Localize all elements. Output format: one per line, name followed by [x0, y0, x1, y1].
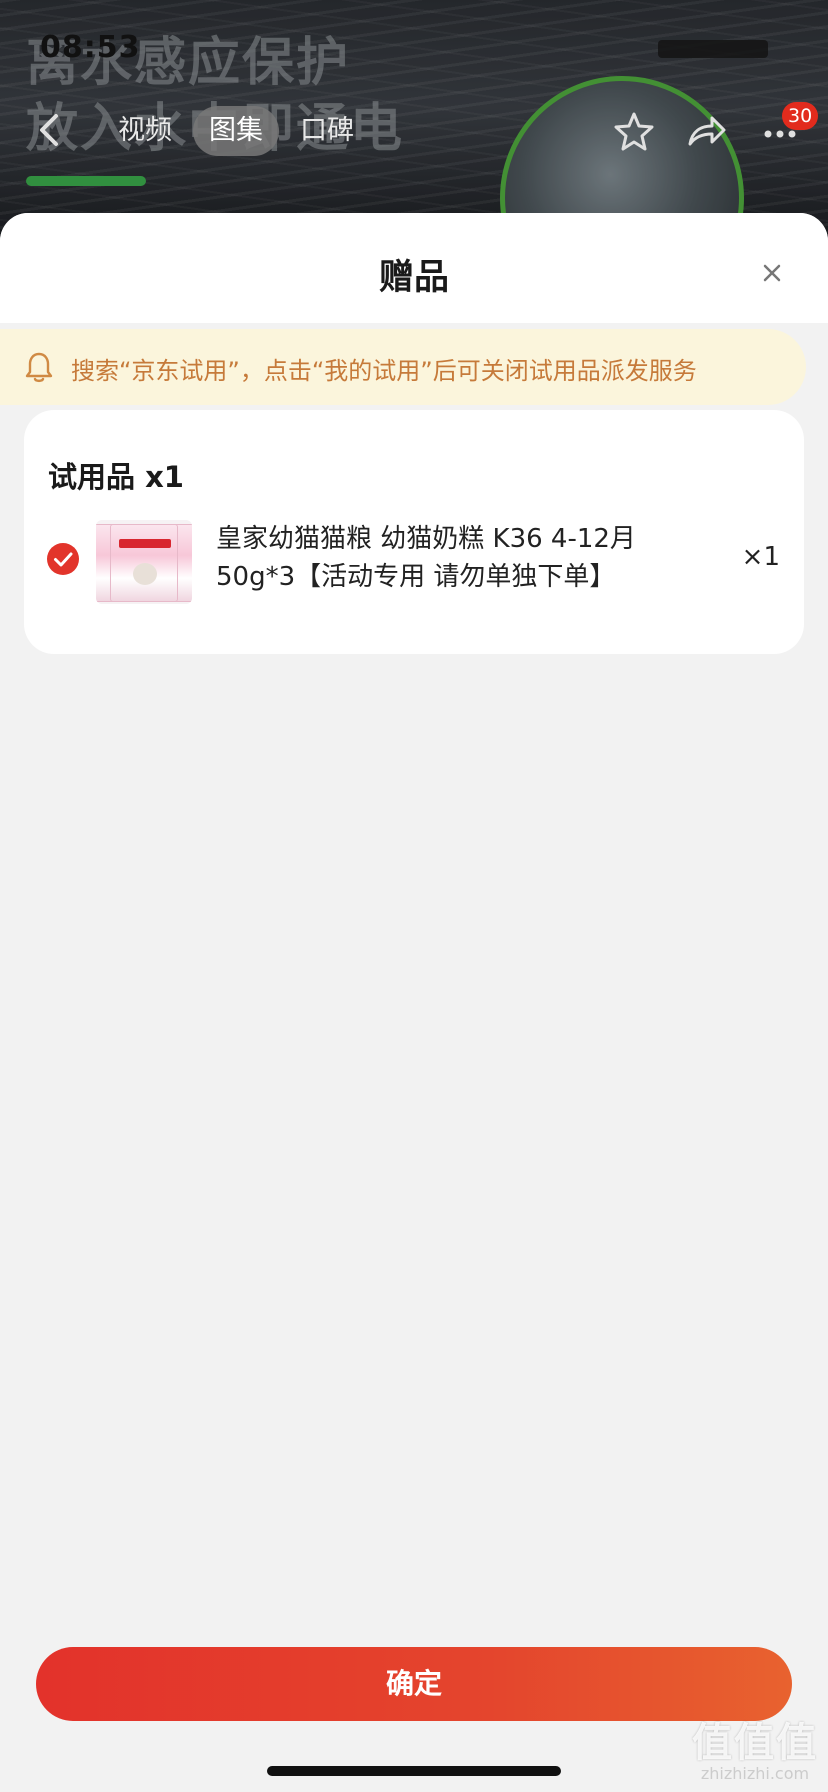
sheet-title: 赠品 [378, 258, 449, 298]
tab-video[interactable]: 视频 [118, 106, 172, 156]
tab-reviews[interactable]: 口碑 [300, 106, 354, 156]
back-icon [40, 114, 58, 146]
share-button[interactable] [684, 110, 728, 154]
bell-icon [25, 352, 53, 383]
back-button[interactable] [30, 110, 70, 150]
share-icon [688, 116, 726, 146]
tab-gallery[interactable]: 图集 [193, 106, 279, 156]
brand-logo [119, 539, 171, 548]
gift-bottom-sheet: 赠品 搜索“京东试用”，点击“我的试用”后可关闭试用品派发服务 试用品 x1 皇… [0, 213, 828, 1792]
product-thumbnail [96, 520, 192, 604]
product-package [110, 524, 178, 602]
trial-notice-banner: 搜索“京东试用”，点击“我的试用”后可关闭试用品派发服务 [0, 329, 806, 405]
item-name: 皇家幼猫猫粮 幼猫奶糕 K36 4-12月 50g*3【活动专用 请勿单独下单】 [216, 524, 636, 592]
watermark-url: zhizhizhi.com [700, 1764, 810, 1783]
trial-items-card: 试用品 x1 皇家幼猫猫粮 幼猫奶糕 K36 4-12月 50g*3【活动专用 … [24, 410, 804, 654]
item-quantity: ×1 [741, 542, 780, 572]
sheet-header: 赠品 [0, 213, 828, 323]
top-navigation: 视频 图集 口碑 [0, 100, 828, 160]
status-bar-indicators [658, 40, 768, 58]
item-checkbox[interactable] [46, 542, 80, 576]
kitten-image [133, 563, 157, 585]
watermark-logo: 值值值 [692, 1720, 818, 1766]
watermark: 值值值 zhizhizhi.com [692, 1710, 818, 1783]
close-icon [763, 264, 781, 282]
check-circle-icon [47, 543, 79, 575]
section-title: 试用品 x1 [48, 460, 184, 494]
favorite-button[interactable] [612, 110, 656, 154]
home-indicator[interactable] [267, 1766, 561, 1776]
star-icon [614, 112, 654, 151]
notice-text: 搜索“京东试用”，点击“我的试用”后可关闭试用品派发服务 [71, 357, 697, 385]
status-bar-time: 08:53 [40, 30, 141, 65]
message-count-badge: 30 [782, 102, 819, 130]
confirm-button[interactable]: 确定 [36, 1647, 792, 1721]
close-button[interactable] [758, 259, 786, 287]
